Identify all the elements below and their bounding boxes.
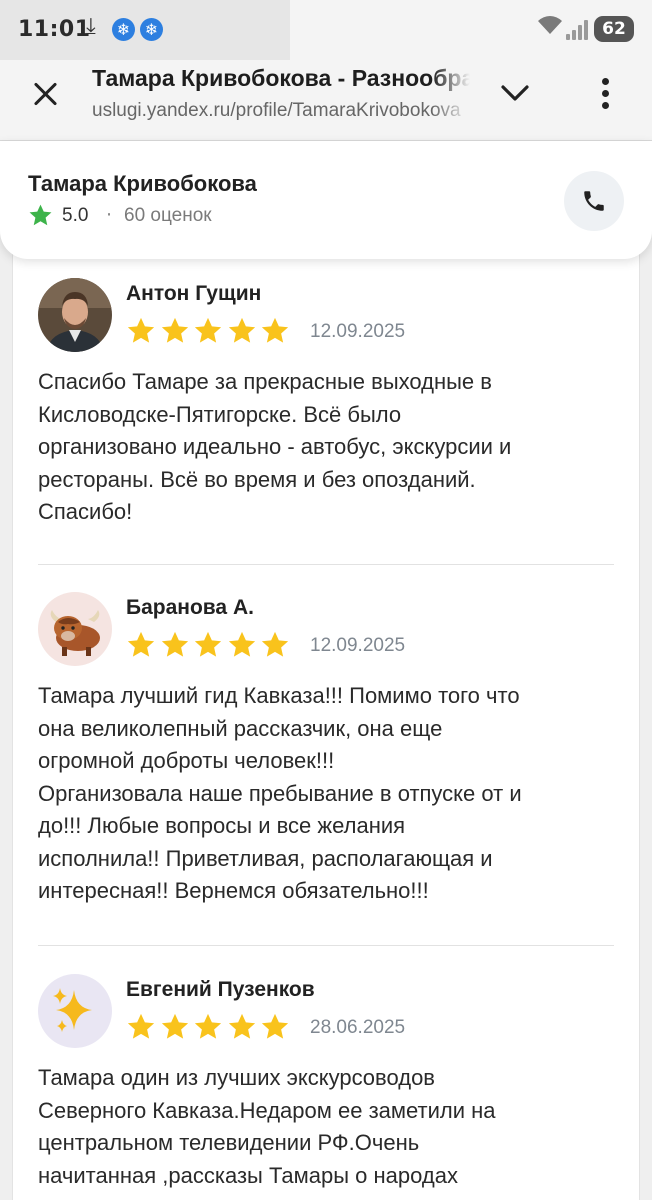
page-content: Тамара Кривобокова 5.0 · 60 оценок Антон… bbox=[0, 141, 652, 1200]
star-icon bbox=[228, 631, 255, 657]
page-title: Тамара Кривобокова - Разнообразные bbox=[92, 65, 470, 91]
review-date: 12.09.2025 bbox=[310, 321, 406, 342]
more-menu-icon[interactable] bbox=[594, 76, 618, 112]
snowflake-icon: ❄ bbox=[140, 18, 163, 41]
snowflake-icon: ❄ bbox=[112, 18, 135, 41]
avatar[interactable] bbox=[38, 278, 112, 352]
review-text: Тамара один из лучших экскурсоводов Севе… bbox=[38, 1065, 496, 1188]
yak-icon[interactable] bbox=[38, 592, 112, 666]
close-icon[interactable] bbox=[30, 78, 62, 110]
review-stars bbox=[126, 630, 296, 660]
star-icon bbox=[127, 317, 155, 343]
review-date: 12.09.2025 bbox=[310, 635, 406, 656]
star-icon bbox=[228, 1013, 255, 1039]
star-icon bbox=[261, 317, 289, 343]
url-text[interactable]: uslugi.yandex.ru/profile/TamaraKrivoboko… bbox=[92, 100, 470, 122]
status-time: 11:01 bbox=[18, 17, 91, 42]
star-icon bbox=[194, 1013, 222, 1039]
chevron-down-icon[interactable] bbox=[498, 78, 532, 108]
review-date: 28.06.2025 bbox=[310, 1017, 406, 1038]
phone-icon bbox=[584, 191, 604, 211]
star-icon bbox=[228, 317, 255, 343]
star-icon bbox=[127, 631, 155, 657]
star-icon bbox=[261, 1013, 289, 1039]
star-icon bbox=[161, 631, 188, 657]
browser-toolbar: Тамара Кривобокова - Разнообразные uslug… bbox=[0, 60, 652, 140]
separator-dot: · bbox=[106, 204, 113, 226]
star-icon bbox=[161, 317, 188, 343]
star-icon bbox=[194, 317, 222, 343]
status-bar: 11:01 ⤓ ❄ ❄ 62 bbox=[0, 0, 652, 60]
star-icon bbox=[261, 631, 289, 657]
call-button[interactable] bbox=[564, 171, 624, 231]
profile-header: Тамара Кривобокова 5.0 · 60 оценок bbox=[0, 141, 652, 259]
ratings-count[interactable]: 60 оценок bbox=[124, 205, 212, 227]
signal-icon bbox=[566, 18, 588, 40]
download-icon: ⤓ bbox=[86, 14, 96, 39]
profile-name: Тамара Кривобокова bbox=[28, 171, 257, 196]
rating-star-icon bbox=[29, 204, 52, 226]
sparkles-icon[interactable] bbox=[38, 974, 112, 1048]
review-item: Антон Гущин 12.09.2025 Спасибо Тамаре за… bbox=[38, 278, 616, 548]
review-author[interactable]: Антон Гущин bbox=[126, 282, 261, 306]
review-stars bbox=[126, 1012, 296, 1042]
review-item: Евгений Пузенков 28.06.2025 Тамара один … bbox=[38, 974, 616, 1200]
divider bbox=[38, 564, 614, 565]
wifi-icon bbox=[536, 14, 564, 42]
divider bbox=[38, 945, 614, 946]
review-text: Спасибо Тамаре за прекрасные выходные в … bbox=[38, 369, 512, 524]
battery-indicator: 62 bbox=[594, 16, 634, 42]
review-text: Тамара лучший гид Кавказа!!! Помимо того… bbox=[38, 683, 522, 903]
star-icon bbox=[194, 631, 222, 657]
review-author[interactable]: Баранова А. bbox=[126, 596, 254, 620]
star-icon bbox=[127, 1013, 155, 1039]
profile-rating: 5.0 bbox=[62, 205, 89, 226]
review-item: Баранова А. 12.09.2025 Тамара лучший гид… bbox=[38, 592, 616, 922]
star-icon bbox=[161, 1013, 188, 1039]
review-stars bbox=[126, 316, 296, 346]
review-author[interactable]: Евгений Пузенков bbox=[126, 978, 315, 1002]
